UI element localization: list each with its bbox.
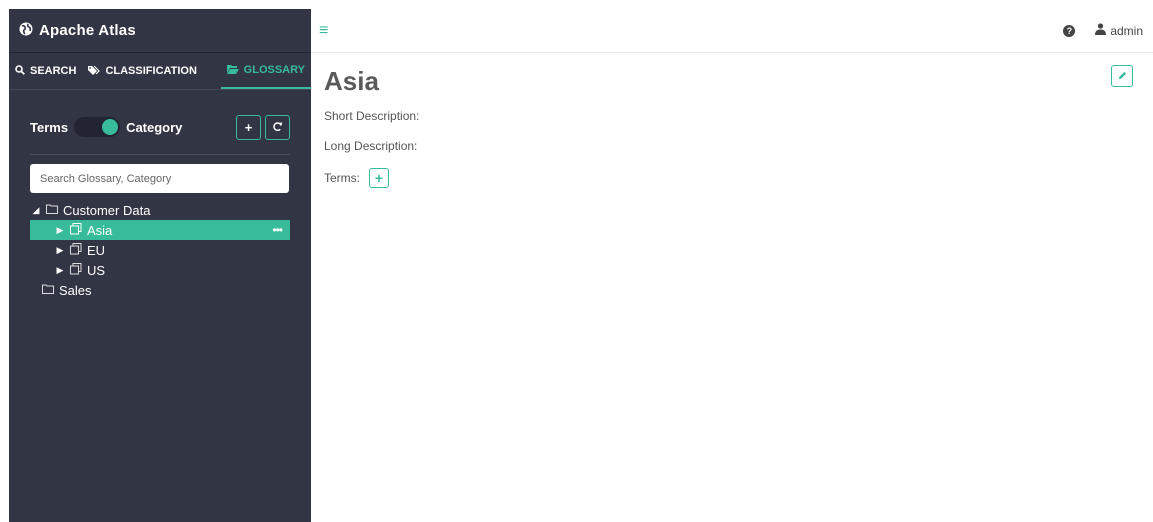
user-menu[interactable]: admin: [1095, 23, 1143, 38]
toggle-label-terms: Terms: [30, 119, 69, 135]
toolbar-divider: [30, 154, 290, 155]
category-icon: [70, 242, 82, 258]
tab-search[interactable]: SEARCH: [9, 53, 82, 89]
refresh-button[interactable]: [265, 114, 290, 140]
app-title: Apache Atlas: [39, 22, 136, 39]
pencil-icon: [1118, 69, 1127, 83]
folder-icon: [46, 203, 58, 217]
tree-node-label: Asia: [87, 222, 113, 238]
tree-node-eu[interactable]: ▶ EU: [30, 240, 290, 260]
sidebar: Apache Atlas SEARCH CLASSIFICATION GLOSS…: [9, 9, 311, 522]
sidebar-tabs: SEARCH CLASSIFICATION GLOSSARY: [9, 53, 311, 90]
tree-node-sales[interactable]: Sales: [30, 280, 290, 300]
tree-node-customer-data[interactable]: ◢ Customer Data: [30, 200, 290, 220]
short-description-label: Short Description:: [324, 109, 420, 123]
glossary-toolbar: Terms Category +: [30, 112, 290, 142]
terms-category-toggle[interactable]: [74, 117, 121, 137]
top-header: ≡ ? admin: [311, 9, 1153, 53]
search-icon: [15, 64, 25, 78]
tag-icon: [88, 65, 101, 78]
glossary-detail: Asia Short Description: Long Description…: [324, 65, 1133, 188]
toggle-label-category: Category: [126, 119, 183, 135]
add-category-button[interactable]: +: [236, 114, 261, 140]
glossary-tree: ◢ Customer Data ▶ Asia ••• ▶ EU ▶ US Sal…: [30, 200, 290, 300]
app-brand[interactable]: Apache Atlas: [9, 9, 311, 53]
tab-classification-label: CLASSIFICATION: [105, 65, 197, 77]
toggle-knob: [102, 119, 119, 135]
folder-icon: [42, 283, 54, 297]
help-icon[interactable]: ?: [1063, 24, 1076, 37]
tree-node-asia[interactable]: ▶ Asia •••: [30, 220, 290, 240]
plus-icon: +: [374, 170, 384, 186]
long-description-label: Long Description:: [324, 139, 418, 153]
tree-node-label: Customer Data: [63, 202, 151, 218]
edit-button[interactable]: [1111, 65, 1133, 87]
tab-glossary-label: GLOSSARY: [243, 64, 305, 76]
tree-node-label: US: [87, 262, 106, 278]
terms-label: Terms:: [324, 171, 360, 185]
tree-node-label: EU: [87, 242, 106, 258]
caret-right-icon[interactable]: ▶: [54, 265, 66, 276]
tab-classification[interactable]: CLASSIFICATION: [82, 53, 202, 89]
tab-search-label: SEARCH: [30, 65, 77, 77]
globe-icon: [19, 22, 33, 40]
caret-right-icon[interactable]: ▶: [54, 245, 66, 256]
glossary-search-input[interactable]: [30, 164, 289, 193]
tab-glossary[interactable]: GLOSSARY: [220, 53, 311, 89]
caret-right-icon[interactable]: ▶: [54, 225, 66, 236]
more-options-icon[interactable]: •••: [272, 223, 283, 237]
user-name: admin: [1110, 23, 1143, 38]
user-icon: [1095, 23, 1107, 38]
caret-down-icon[interactable]: ◢: [30, 205, 42, 216]
refresh-icon: [272, 120, 283, 135]
page-title: Asia: [324, 66, 379, 96]
tree-node-label: Sales: [59, 282, 92, 298]
hamburger-menu-icon[interactable]: ≡: [319, 22, 328, 40]
category-icon: [70, 222, 82, 238]
category-icon: [70, 262, 82, 278]
folder-open-icon: [226, 64, 239, 77]
plus-icon: +: [244, 119, 253, 135]
add-term-button[interactable]: +: [369, 168, 389, 188]
tree-node-us[interactable]: ▶ US: [30, 260, 290, 280]
